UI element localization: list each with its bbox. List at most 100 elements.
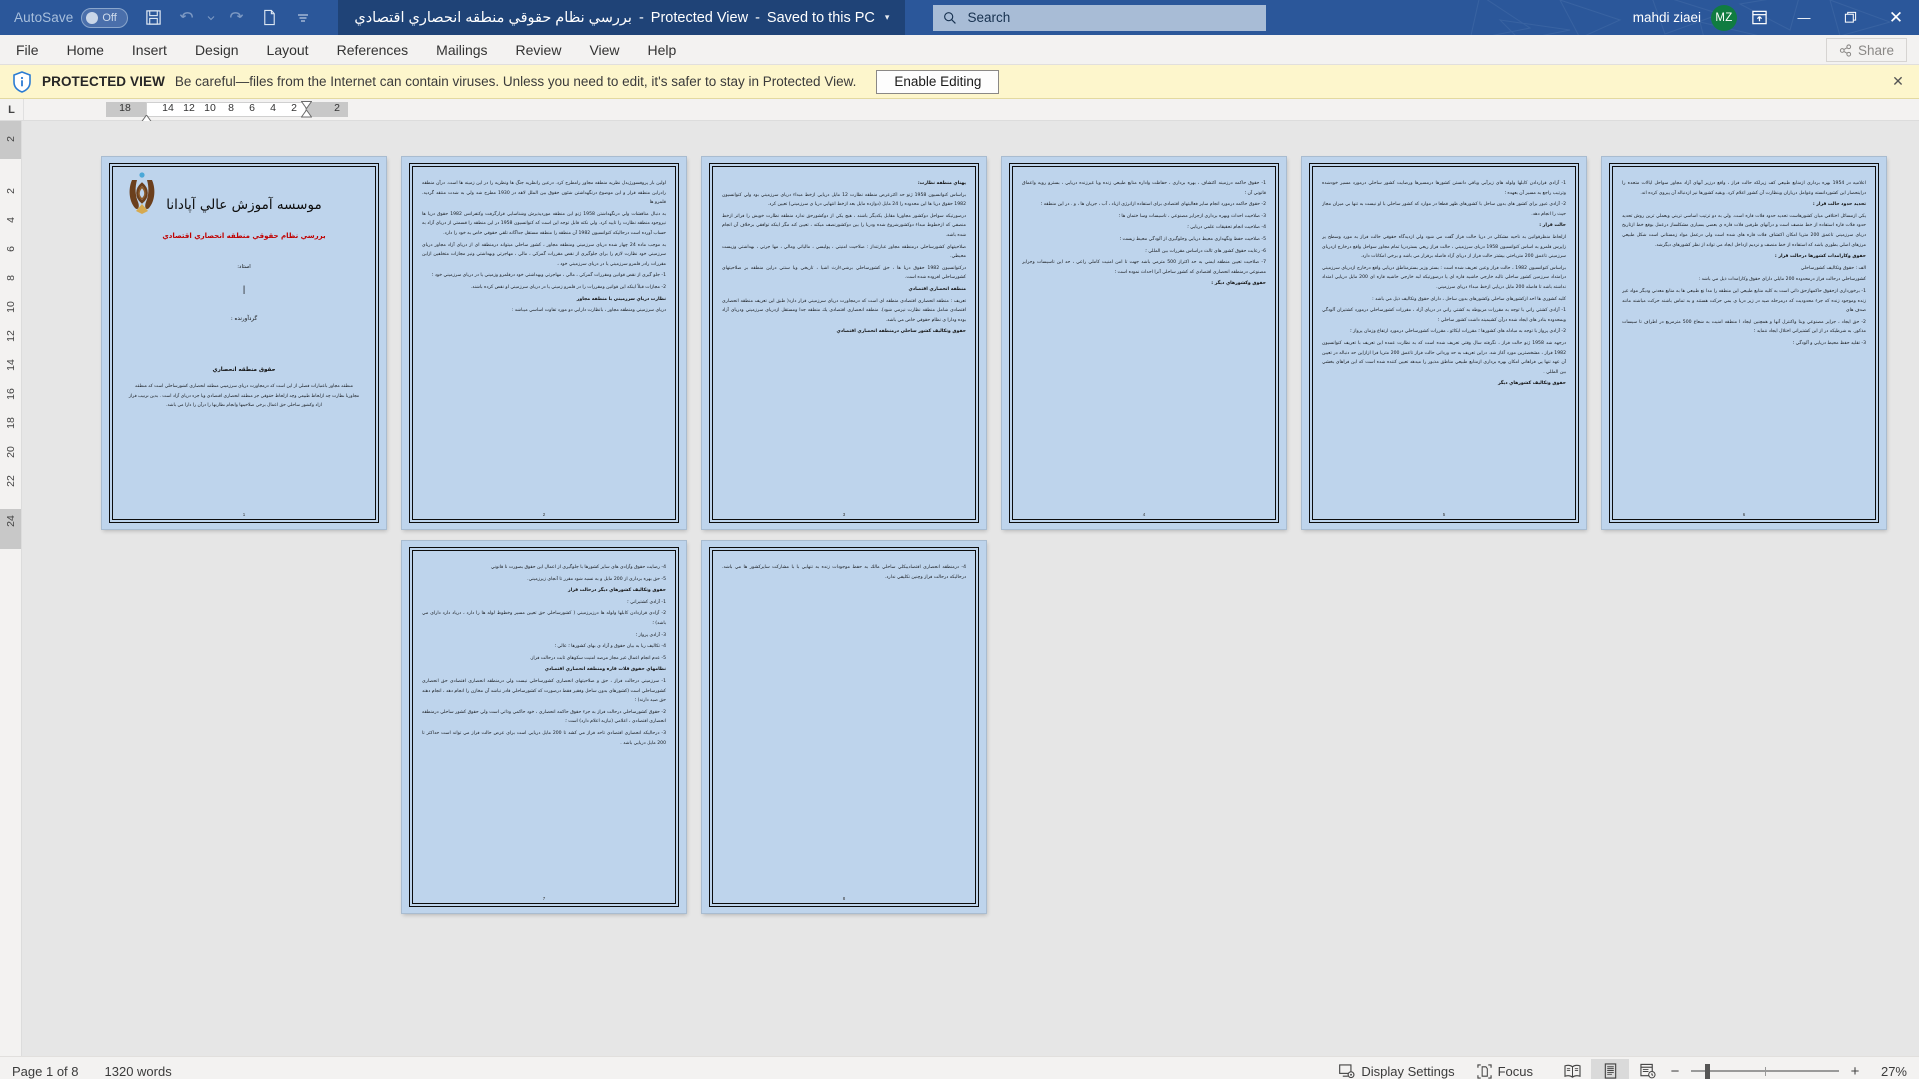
ruler-number: 2 (334, 102, 340, 114)
avatar[interactable]: MZ (1711, 4, 1737, 31)
heading: حقوق وكارامدات كشورها درحالت فراز : (1774, 254, 1866, 260)
paragraph: 1- آزادي كشتي راني با توجه به مقررات مرب… (1322, 308, 1566, 323)
heading: حقوق وتكاليف كشورهاي ديگر درحالت فراز (568, 588, 666, 594)
tab-view[interactable]: View (575, 35, 633, 65)
word-count-label: 1320 words (104, 1063, 172, 1079)
paragraph: 1- برخورداري ازحقوق حاكمهازحق ذاتي است ب… (1622, 288, 1866, 314)
read-mode-icon (1563, 1064, 1581, 1078)
ruler-number: 6 (249, 102, 255, 114)
page-3-content: پهناي منطقه نظارت: براساس كنوانسيون 1958… (722, 179, 966, 501)
document-page-4[interactable]: 1- حقوق حاكمه درزمينه اكتشاف ، بهره بردا… (1002, 157, 1286, 529)
paragraph: 1- حقوق حاكمه درزمينه اكتشاف ، بهره بردا… (1022, 181, 1266, 196)
tab-references[interactable]: References (323, 35, 423, 65)
print-preview-icon[interactable] (252, 2, 286, 34)
zoom-in-button[interactable]: + (1847, 1063, 1863, 1079)
enable-editing-button[interactable]: Enable Editing (876, 69, 1000, 94)
paragraph: 1- آزادي قراردادن كابلها ولوله هاي زيرآب… (1322, 181, 1566, 196)
document-page-5[interactable]: 1- آزادي قراردادن كابلها ولوله هاي زيرآب… (1302, 157, 1586, 529)
paragraph: 7- صلاحيت تعيين منطقه ايمني به حد اكثراز… (1022, 260, 1266, 275)
page-6-content: اعلاميه در 1954 بهره برداري ازمنابع طبيع… (1622, 179, 1866, 501)
vruler-number: 8 (4, 275, 17, 281)
paragraph: 3- صلاحيت احداث وبهره برداري ازجزاير مصن… (1118, 213, 1266, 219)
ribbon-tab-bar: File Home Insert Design Layout Reference… (0, 35, 1919, 65)
horizontal-ruler-track[interactable]: 18 14 12 10 8 6 4 2 2 (24, 99, 1919, 123)
tab-mailings[interactable]: Mailings (422, 35, 501, 65)
paragraph: 5- حق بهره برداري از 200 مايل و به نسبه … (527, 576, 666, 582)
document-page-3[interactable]: پهناي منطقه نظارت: براساس كنوانسيون 1958… (702, 157, 986, 529)
page-number: 4 (1142, 512, 1146, 517)
customize-qat-icon[interactable] (286, 2, 320, 34)
page-indicator[interactable]: Page 1 of 8 (12, 1064, 79, 1079)
word-count[interactable]: 1320 words (105, 1064, 172, 1079)
print-layout-icon (1604, 1063, 1616, 1079)
ruler-number: 10 (204, 102, 216, 114)
heading: حقوق وتكاليف كشورهاي ديگر (1497, 381, 1566, 387)
protected-view-bar: PROTECTED VIEW Be careful—files from the… (0, 65, 1919, 99)
paragraph: 2- آزادي عبور براي كشور هاي بدون ساحل با… (1322, 202, 1566, 217)
paragraph: تعريف : منطقه انحصاري اقتصادي منطقه اي ا… (722, 298, 966, 323)
read-mode-button[interactable] (1553, 1059, 1591, 1079)
tab-help[interactable]: Help (634, 35, 691, 65)
paragraph: ازلحاظ منظرقوانين به ناحيه مشكلي در دريا… (1322, 234, 1566, 260)
autosave-toggle[interactable]: Off (81, 7, 129, 28)
tab-design[interactable]: Design (181, 35, 253, 65)
paragraph: 2- حقوق كشورساحلي درحالت فراز به جزء حقو… (422, 709, 666, 725)
paragraph: 3- درحاليكه انحصاري اقتصادي تاحد فراز مي… (422, 730, 666, 746)
tab-file[interactable]: File (0, 35, 53, 65)
page-number: 2 (542, 512, 546, 517)
paragraph: به موجب ماده 24 چهار شده درياي سرزميني و… (422, 242, 666, 267)
tab-layout[interactable]: Layout (253, 35, 323, 65)
tab-review[interactable]: Review (502, 35, 576, 65)
tab-stop-selector[interactable]: L (0, 99, 24, 120)
tab-insert[interactable]: Insert (118, 35, 181, 65)
paragraph: 5- صلاحيت حفظ ونگهداري محيط دريايي وجلوگ… (1119, 236, 1266, 242)
search-box[interactable]: Search (933, 4, 1267, 31)
vruler-number: 18 (4, 417, 17, 429)
zoom-out-button[interactable]: − (1667, 1063, 1683, 1079)
document-name: بررسي نظام حقوقي منطقه انحصاري اقتصادي (354, 9, 632, 26)
undo-icon[interactable] (170, 2, 204, 34)
cover-teacher-label: استاد: (237, 264, 251, 270)
zoom-slider[interactable] (1691, 1059, 1839, 1079)
paragraph: 2- آزادي قراردادن كابلها ولوله ها درزيرز… (422, 611, 666, 626)
pages-scroll-area[interactable]: موسسه آموزش عالي آپادانا بررسي نظام حقوق… (22, 121, 1919, 1056)
close-icon[interactable]: ✕ (1889, 72, 1907, 90)
save-icon[interactable] (136, 2, 170, 34)
zoom-level-label[interactable]: 27% (1869, 1064, 1907, 1079)
vertical-ruler[interactable]: 2 2 4 6 8 10 12 14 16 18 20 22 24 (0, 121, 22, 1056)
document-page-7[interactable]: 4- رضايت حقوق وآزادي هاي ساير كشورها با … (402, 541, 686, 913)
document-page-8[interactable]: 4- درمنطقه انحصاري اقتصاديبكلي ساحلي مال… (702, 541, 986, 913)
display-settings-button[interactable]: Display Settings (1339, 1064, 1455, 1079)
paragraph: 6- رعايت حقوق كشور هاي ثالث دراساس مقررا… (1145, 248, 1266, 254)
minimize-button[interactable]: — (1781, 0, 1827, 35)
vruler-number: 20 (4, 446, 17, 458)
restore-button[interactable] (1827, 0, 1873, 35)
heading: تحديد حدود حالت فراز : (1812, 202, 1866, 208)
document-workspace[interactable]: 2 2 4 6 8 10 12 14 16 18 20 22 24 موسسه … (0, 121, 1919, 1056)
undo-dropdown-icon[interactable] (204, 2, 218, 34)
paragraph: اعلاميه در 1954 بهره برداري ازمنابع طبيع… (1622, 181, 1866, 196)
zoom-slider-thumb[interactable] (1705, 1063, 1710, 1079)
share-button[interactable]: Share (1825, 38, 1907, 62)
shield-info-icon (12, 70, 32, 93)
paragraph: 1- جلو گيري از نقض قوانين ومقررات گمركي … (431, 273, 666, 279)
focus-button[interactable]: Focus (1476, 1064, 1533, 1079)
document-page-2[interactable]: اولين بار پروفسورژيدل نظريه منطقه مجاور … (402, 157, 686, 529)
document-page-6[interactable]: اعلاميه در 1954 بهره برداري ازمنابع طبيع… (1602, 157, 1886, 529)
web-layout-button[interactable] (1629, 1059, 1667, 1079)
document-title-bar[interactable]: بررسي نظام حقوقي منطقه انحصاري اقتصادي -… (338, 0, 906, 35)
cover-institute-title: موسسه آموزش عالي آپادانا (166, 197, 322, 213)
redo-icon[interactable] (218, 2, 252, 34)
page-number: 7 (542, 896, 546, 901)
document-page-1[interactable]: موسسه آموزش عالي آپادانا بررسي نظام حقوق… (102, 157, 386, 529)
horizontal-ruler[interactable]: L 18 14 12 10 8 6 4 2 2 (0, 99, 1919, 123)
autosave-toggle-knob (86, 11, 99, 24)
chevron-down-icon[interactable]: ▾ (885, 12, 890, 23)
vruler-number: 24 (4, 515, 17, 527)
hanging-indent-marker[interactable] (300, 101, 313, 123)
page-4-content: 1- حقوق حاكمه درزمينه اكتشاف ، بهره بردا… (1022, 179, 1266, 501)
ribbon-display-options-icon[interactable] (1737, 0, 1781, 35)
print-layout-button[interactable] (1591, 1058, 1629, 1079)
close-button[interactable]: ✕ (1873, 0, 1919, 35)
tab-home[interactable]: Home (53, 35, 118, 65)
